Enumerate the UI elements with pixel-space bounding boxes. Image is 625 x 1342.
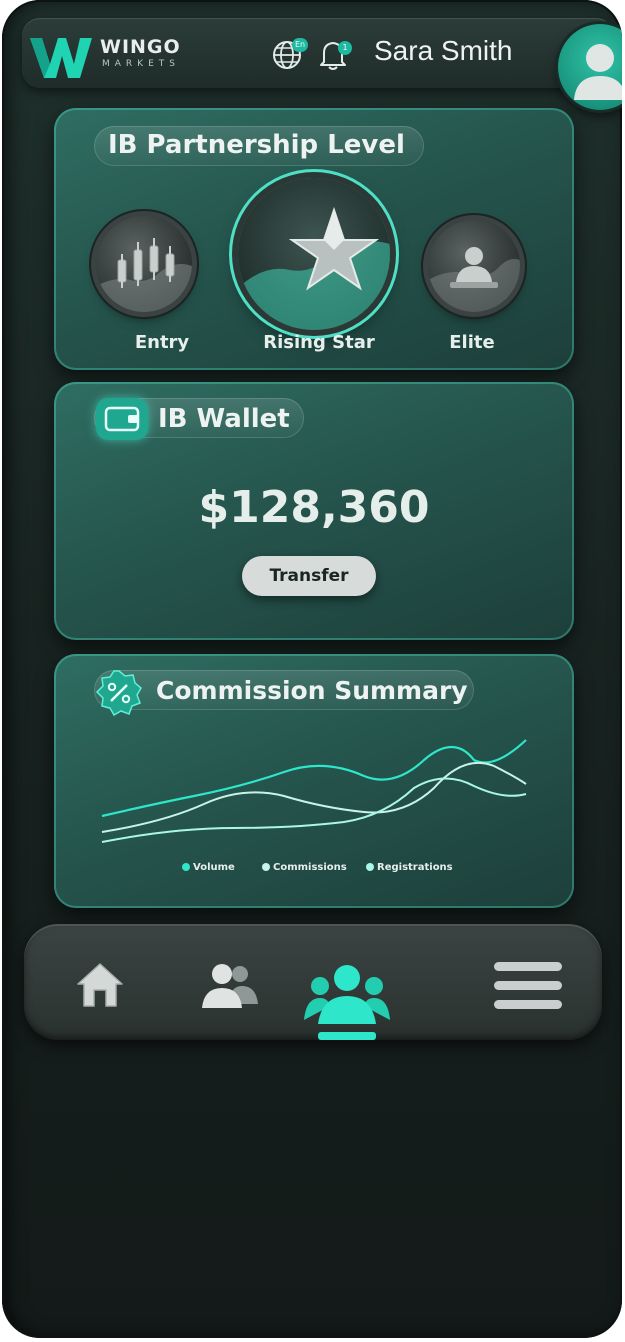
legend-dot <box>182 863 190 871</box>
level-label-entry: Entry <box>134 332 190 353</box>
series-line-registrations <box>101 777 527 843</box>
commission-line-chart <box>101 739 527 843</box>
level-label-rising-star: Rising Star <box>263 332 375 353</box>
chart-legend: Volume Commissions Registrations <box>182 862 482 876</box>
card-title: IB Partnership Level <box>108 130 405 160</box>
star-icon <box>238 206 390 330</box>
card-title: Commission Summary <box>156 676 468 705</box>
legend-dot <box>366 863 374 871</box>
menu-icon[interactable] <box>490 958 566 1014</box>
app-header: WINGO MARKETS En 1 Sara Smith <box>22 18 622 110</box>
avatar[interactable] <box>558 24 622 110</box>
language-badge: En <box>292 38 308 52</box>
legend-item-volume: Volume <box>182 862 235 873</box>
user-name[interactable]: Sara Smith <box>374 35 513 67</box>
level-medal-rising-star[interactable] <box>238 178 390 330</box>
level-medal-entry[interactable] <box>96 216 192 312</box>
level-label-elite: Elite <box>449 332 495 353</box>
wallet-glyph-icon <box>104 406 140 432</box>
commission-summary-card: Commission Summary Volume Commissions Re… <box>54 654 574 908</box>
users-icon[interactable] <box>196 958 260 1012</box>
candlestick-chart-icon <box>96 238 192 312</box>
notification-badge: 1 <box>338 41 352 55</box>
brand-name: WINGO <box>100 36 181 58</box>
bottom-navigation <box>24 924 602 1040</box>
card-title: IB Wallet <box>158 404 290 434</box>
trophy-person-icon <box>428 247 520 312</box>
legend-item-registrations: Registrations <box>366 862 453 873</box>
home-icon[interactable] <box>72 958 128 1012</box>
brand-subtitle: MARKETS <box>102 59 180 69</box>
partnership-level-card: IB Partnership Level Entry Rising Star E… <box>54 108 574 370</box>
team-icon[interactable] <box>302 958 392 1046</box>
wingo-logo-icon <box>30 38 92 78</box>
legend-label: Commissions <box>273 862 347 873</box>
user-avatar-icon <box>574 44 622 100</box>
percent-badge-icon <box>95 670 142 717</box>
phone-frame: WINGO MARKETS En 1 Sara Smith IB Partner… <box>2 0 622 1338</box>
series-line-commissions <box>101 761 527 833</box>
legend-dot <box>262 863 270 871</box>
legend-label: Volume <box>193 862 235 873</box>
transfer-button[interactable]: Transfer <box>242 556 376 596</box>
level-medal-elite[interactable] <box>428 220 520 312</box>
wallet-balance: $128,360 <box>198 482 430 533</box>
wallet-card: IB Wallet $128,360 Transfer <box>54 382 574 640</box>
wallet-icon <box>96 398 148 440</box>
legend-item-commissions: Commissions <box>262 862 347 873</box>
legend-label: Registrations <box>377 862 453 873</box>
